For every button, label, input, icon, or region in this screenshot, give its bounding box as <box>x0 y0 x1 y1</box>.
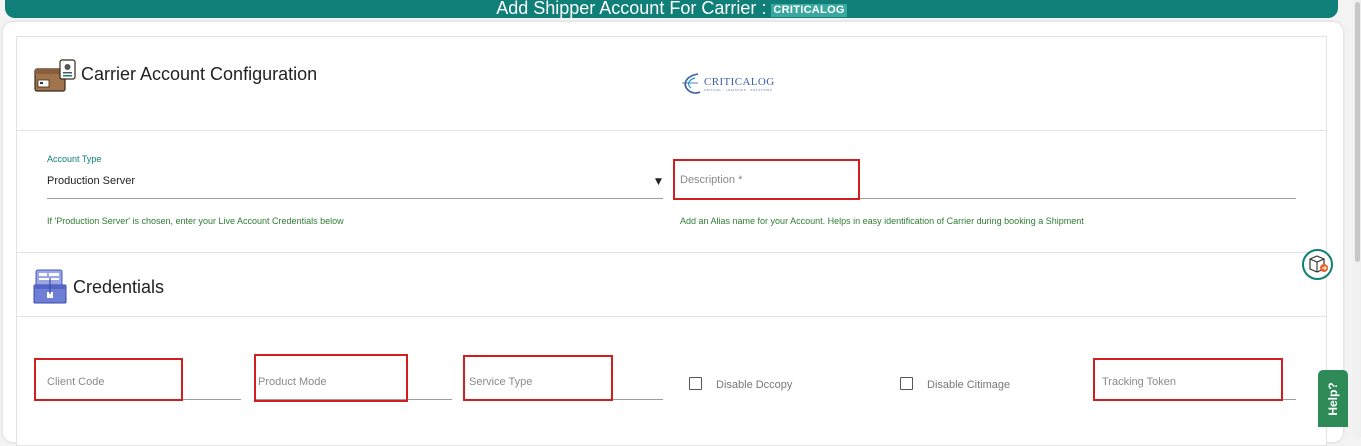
disable-citimage-label: Disable Citimage <box>927 379 1011 391</box>
account-type-underline <box>47 198 663 199</box>
description-hint: Add an Alias name for your Account. Help… <box>680 216 1084 226</box>
highlight-box-service-type <box>463 355 613 401</box>
highlight-box-client-code <box>34 358 183 401</box>
scrollbar-track[interactable] <box>1353 0 1361 437</box>
section-divider <box>16 130 1327 131</box>
credentials-section-title: Credentials <box>73 277 165 297</box>
account-type-hint: If 'Production Server' is chosen, enter … <box>47 216 344 226</box>
page-title: Add Shipper Account For Carrier : <box>496 0 767 18</box>
highlight-box-description <box>673 159 860 200</box>
disable-citimage-checkbox[interactable] <box>900 377 913 390</box>
carrier-name-badge: CRITICALOG <box>771 4 847 17</box>
account-type-value: Production Server <box>47 175 136 187</box>
account-type-label: Account Type <box>47 154 102 164</box>
section-divider <box>16 252 1327 253</box>
page-header: Add Shipper Account For Carrier : CRITIC… <box>5 0 1338 18</box>
section-divider <box>16 316 1327 317</box>
carrier-logo-text: CRITICALOG <box>704 76 775 88</box>
account-type-select[interactable]: Production Server ▼ <box>47 170 663 198</box>
carrier-logo: CRITICALOG CRITICAL · LOGISTICS · SOLUTI… <box>678 70 778 96</box>
disable-dccopy-label: Disable Dccopy <box>716 379 793 391</box>
box-card-icon <box>34 59 78 93</box>
credentials-box-icon <box>32 268 68 306</box>
dropdown-arrow-icon: ▼ <box>655 177 662 187</box>
carrier-logo-tagline: CRITICAL · LOGISTICS · SOLUTIONS <box>704 88 773 92</box>
disable-dccopy-checkbox[interactable] <box>689 377 702 390</box>
shipping-assistant-button[interactable] <box>1302 249 1333 280</box>
help-tab[interactable]: Help? <box>1318 370 1348 427</box>
highlight-box-product-mode <box>254 354 408 402</box>
package-arrow-icon <box>1309 255 1328 273</box>
config-section-title: Carrier Account Configuration <box>81 64 318 84</box>
highlight-box-tracking-token <box>1093 358 1283 401</box>
scrollbar-thumb[interactable] <box>1355 2 1360 262</box>
help-label: Help? <box>1326 381 1340 416</box>
